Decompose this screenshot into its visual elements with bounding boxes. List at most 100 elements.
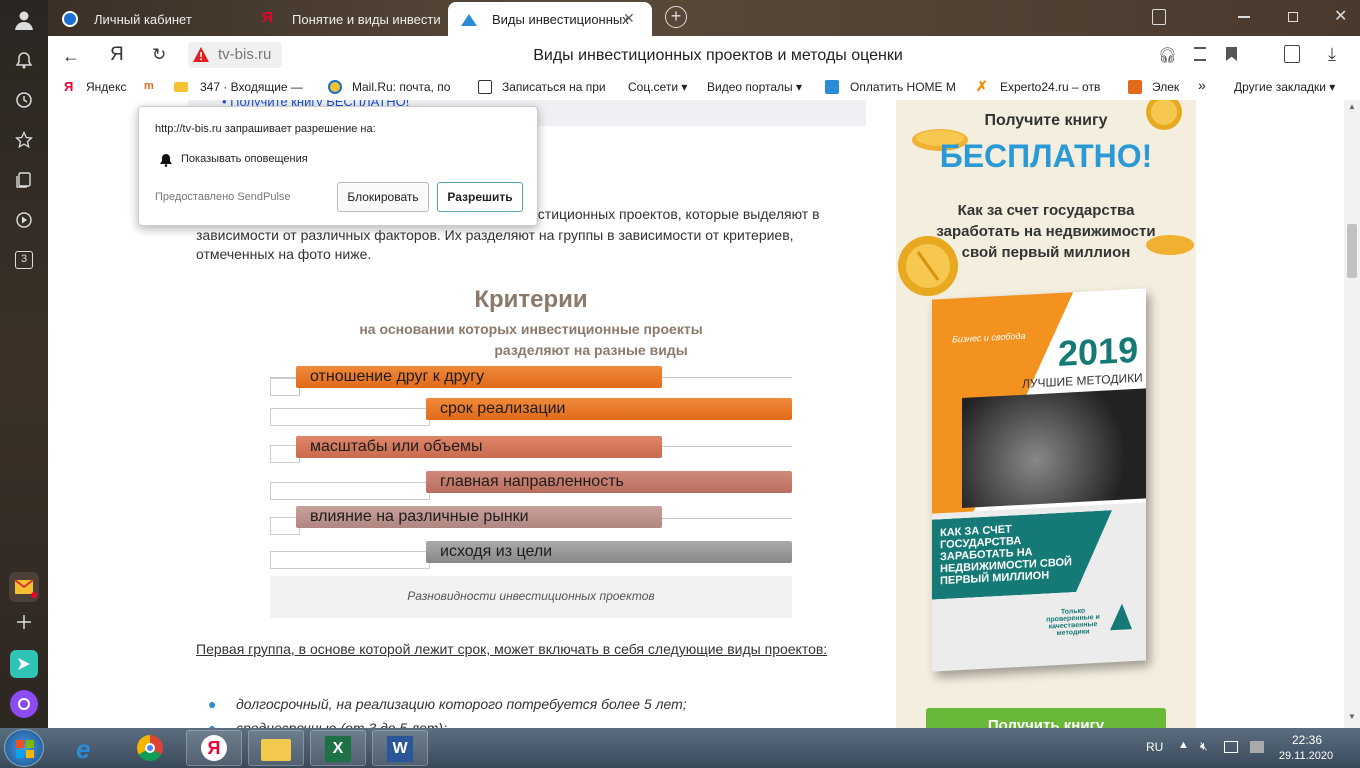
page-title[interactable]: Виды инвестиционных проектов и методы оц… [348, 47, 1088, 65]
bookmark-appointment[interactable]: Записаться на при [502, 80, 612, 94]
experto-bm-icon: ✗ [976, 78, 988, 94]
bookmark-panel-icon[interactable] [1152, 9, 1166, 25]
security-chip[interactable]: tv-bis.ru [188, 42, 282, 68]
book-cover: Бизнес и свобода 2019 ЛУЧШИЕ МЕТОДИКИ КА… [932, 288, 1146, 672]
figure-caption: Разновидности инвестиционных проектов [407, 589, 655, 603]
bookmark-folder-other[interactable]: Другие закладки ▾ [1234, 80, 1335, 94]
get-book-button[interactable]: Получить книгу [926, 708, 1166, 728]
criterion-bar: масштабы или объемы [296, 436, 662, 458]
criterion-bar: исходя из цели [426, 541, 792, 563]
page-scrollbar[interactable]: ▲ ▼ [1344, 100, 1360, 728]
tray-expand-icon[interactable]: ▲ [1178, 739, 1189, 751]
bookmark-inbox[interactable]: 347 · Входящие — [200, 80, 310, 94]
appointment-bm-icon [478, 80, 492, 94]
bell-icon[interactable] [10, 46, 38, 74]
folder-label: Видео порталы [707, 80, 793, 94]
mn-bm-icon: m [144, 80, 154, 92]
more-bookmarks-icon[interactable]: » [1198, 77, 1206, 93]
bookmark-folder-video[interactable]: Видео порталы ▾ [707, 80, 802, 94]
language-indicator[interactable]: RU [1146, 740, 1163, 754]
warning-icon [193, 47, 209, 62]
yandex-logo: Я [201, 735, 227, 761]
criterion-bar: срок реализации [426, 398, 792, 420]
history-icon[interactable] [10, 86, 38, 114]
notification-bell-icon [160, 154, 172, 167]
minimize-icon[interactable] [1238, 16, 1250, 18]
criterion-bar: влияние на различные рынки [296, 506, 662, 528]
yandex-taskbar-icon[interactable]: Я [186, 730, 242, 766]
close-window-icon[interactable]: ✕ [1334, 6, 1347, 26]
battery-icon[interactable] [1250, 741, 1264, 753]
alice-icon[interactable] [10, 690, 38, 718]
word-taskbar-icon[interactable]: W [372, 730, 428, 766]
clock-date[interactable]: 29.11.2020 [1270, 750, 1342, 762]
tab-label: Понятие и виды инвести [292, 11, 441, 27]
dropdown-arrow-icon: ▾ [795, 80, 803, 94]
headphones-icon[interactable]: 🎧︎ [1158, 46, 1177, 64]
star-icon[interactable] [10, 126, 38, 154]
bookmark-elek[interactable]: Элек [1152, 80, 1184, 94]
bookmarks-bar: Я Яндекс m 347 · Входящие — Mail.Ru: поч… [48, 76, 1360, 100]
restore-icon[interactable] [1288, 12, 1298, 22]
mail-app-icon[interactable] [9, 572, 39, 602]
block-button[interactable]: Блокировать [337, 182, 429, 212]
ad-free-label: БЕСПЛАТНО! [939, 138, 1153, 174]
bookmark-mailru[interactable]: Mail.Ru: почта, по [352, 80, 462, 94]
explorer-taskbar-icon[interactable] [248, 730, 304, 766]
address-bar: ← Я ↻ tv-bis.ru Виды инвестиционных прое… [48, 36, 1360, 76]
tab-investment-types[interactable]: Виды инвестиционных [448, 2, 652, 36]
reader-icon[interactable] [1194, 47, 1206, 61]
download-icon[interactable]: ⤓ [1328, 44, 1336, 65]
yandex-favicon-icon: Я [262, 9, 273, 26]
close-tab-icon[interactable]: ✕ [623, 10, 635, 27]
bookmark-home[interactable]: Оплатить HOME M [850, 80, 962, 94]
back-icon[interactable]: ← [62, 46, 80, 67]
figure-title: Критерии [474, 286, 588, 313]
bookmark-experto[interactable]: Experto24.ru – отв [1000, 80, 1110, 94]
add-panel-icon[interactable] [10, 608, 38, 636]
allow-button[interactable]: Разрешить [437, 182, 523, 212]
popup-permission: Показывать оповещения [181, 153, 308, 165]
scroll-down-icon[interactable]: ▼ [1346, 712, 1358, 721]
mail-bm-icon [174, 82, 188, 92]
criterion-bar: отношение друг к другу [296, 366, 662, 388]
chrome-taskbar-icon[interactable] [124, 730, 180, 766]
scroll-thumb[interactable] [1347, 224, 1357, 278]
counter-badge[interactable]: 3 [10, 246, 38, 274]
reload-icon[interactable]: ↻ [152, 45, 166, 65]
messenger-icon[interactable] [10, 650, 38, 678]
network-icon[interactable] [1224, 741, 1238, 753]
collections-icon[interactable] [10, 166, 38, 194]
url-domain: tv-bis.ru [218, 46, 272, 63]
badge-count: 3 [15, 251, 33, 269]
play-icon[interactable] [10, 206, 38, 234]
start-button[interactable] [4, 729, 44, 767]
ie-logo: e [76, 734, 91, 764]
intro-text: зависимости от различных факторов. Их ра… [196, 227, 794, 262]
profile-icon[interactable] [10, 6, 38, 34]
criteria-figure: Критерии на основании которых инвестицио… [270, 280, 792, 618]
intro-text-part: естиционных проектов, которые выделяют в [530, 206, 820, 222]
figure-subtitle-1: на основании которых инвестиционные прое… [359, 321, 703, 337]
tab-personal-cabinet[interactable]: Личный кабинет [50, 2, 208, 36]
volume-muted-icon[interactable]: 🔇︎ [1200, 739, 1208, 754]
clock-time[interactable]: 22:36 [1276, 733, 1338, 747]
scroll-up-icon[interactable]: ▲ [1346, 102, 1358, 111]
bookmark-yandex[interactable]: Яндекс [86, 80, 126, 94]
bullet-dot-icon: ● [208, 720, 217, 728]
bookmark-icon[interactable] [1226, 47, 1237, 61]
excel-taskbar-icon[interactable]: X [310, 730, 366, 766]
bookmark-folder-social[interactable]: Соц.сети ▾ [628, 80, 687, 94]
bullet-dot-icon: ● [208, 696, 217, 712]
word-logo: W [387, 736, 413, 762]
yandex-home-icon[interactable]: Я [110, 44, 124, 66]
book-band-text: КАК ЗА СЧЕТ ГОСУДАРСТВА ЗАРАБОТАТЬ НА НЕ… [940, 523, 1072, 588]
folder-label: Другие закладки [1234, 80, 1326, 94]
folder-icon [261, 739, 291, 761]
criterion-bar: главная направленность [426, 471, 792, 493]
new-tab-icon[interactable]: + [665, 6, 687, 28]
tab-investment-concept[interactable]: Я Понятие и виды инвести [248, 2, 444, 36]
book-band: КАК ЗА СЧЕТ ГОСУДАРСТВА ЗАРАБОТАТЬ НА НЕ… [932, 510, 1112, 599]
ie-taskbar-icon[interactable]: e [62, 730, 118, 766]
collections-add-icon[interactable] [1284, 45, 1300, 63]
